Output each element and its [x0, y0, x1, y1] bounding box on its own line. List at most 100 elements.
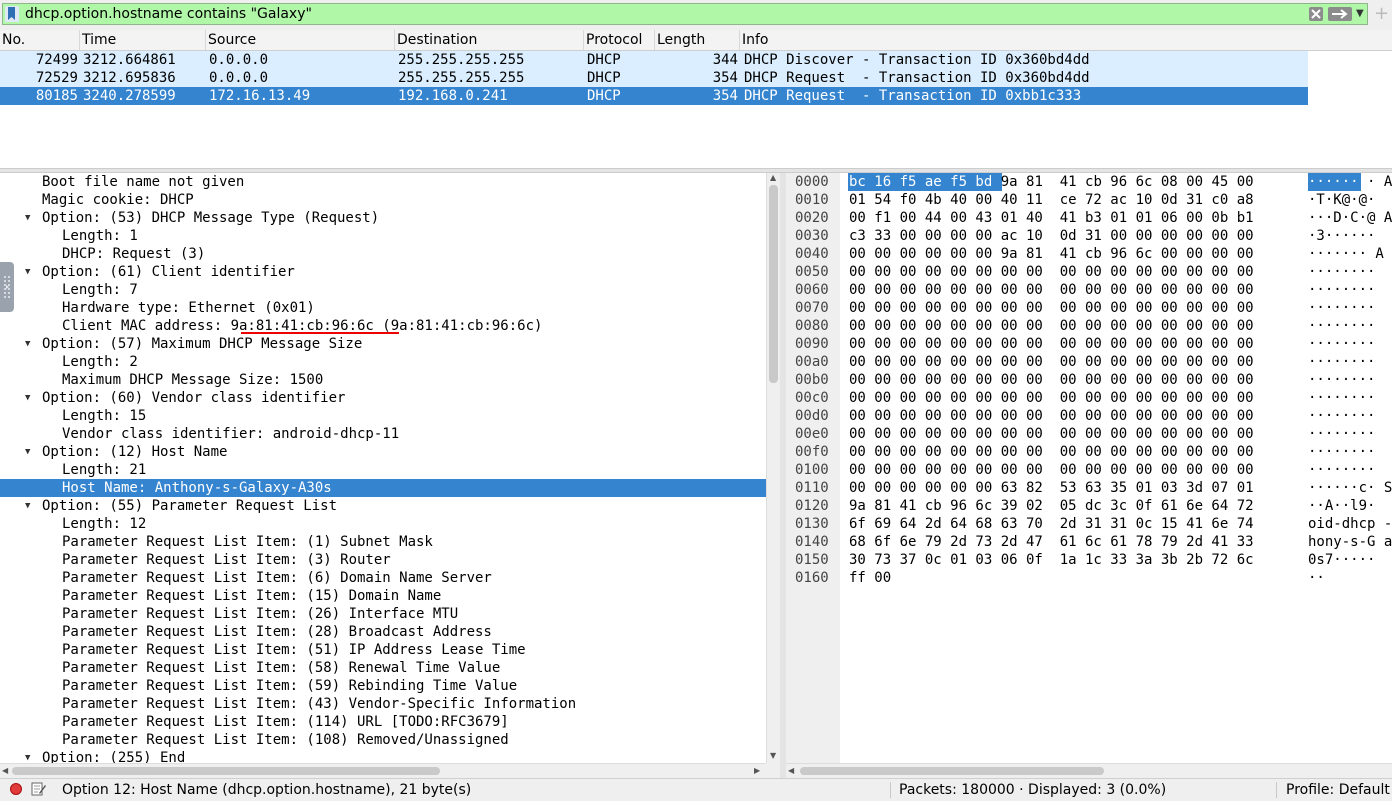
- expanded-arrow-icon[interactable]: ▼: [25, 335, 35, 353]
- ascii-bytes-row[interactable]: ·3······: [1308, 227, 1375, 245]
- detail-line[interactable]: Option: (55) Parameter Request List: [42, 497, 766, 515]
- scroll-right-arrow-icon[interactable]: ▶: [754, 766, 760, 775]
- clear-filter-icon[interactable]: [1309, 7, 1323, 21]
- hex-bytes-row[interactable]: 6f 69 64 2d 64 68 63 70 2d 31 31 0c 15 4…: [849, 515, 1254, 533]
- scroll-left-arrow-icon[interactable]: ◀: [2, 766, 8, 775]
- detail-line[interactable]: Parameter Request List Item: (28) Broadc…: [62, 623, 766, 641]
- column-header-destination[interactable]: Destination: [395, 30, 584, 50]
- hex-bytes-row[interactable]: 00 00 00 00 00 00 63 82 53 63 35 01 03 3…: [849, 479, 1254, 497]
- detail-line[interactable]: Length: 21: [62, 461, 766, 479]
- detail-line[interactable]: Vendor class identifier: android-dhcp-11: [62, 425, 766, 443]
- detail-line[interactable]: DHCP: Request (3): [62, 245, 766, 263]
- hex-bytes-row[interactable]: 00 00 00 00 00 00 00 00 00 00 00 00 00 0…: [849, 389, 1254, 407]
- hex-bytes-row[interactable]: 68 6f 6e 79 2d 73 2d 47 61 6c 61 78 79 2…: [849, 533, 1254, 551]
- capture-comment-icon[interactable]: [31, 781, 47, 797]
- bookmark-icon[interactable]: [5, 6, 19, 22]
- detail-line[interactable]: Parameter Request List Item: (15) Domain…: [62, 587, 766, 605]
- detail-line[interactable]: Option: (255) End: [42, 749, 766, 763]
- detail-line[interactable]: Length: 2: [62, 353, 766, 371]
- details-horizontal-scrollbar[interactable]: ◀ ▶: [0, 763, 766, 778]
- column-header-source[interactable]: Source: [206, 30, 395, 50]
- detail-line[interactable]: Length: 7: [62, 281, 766, 299]
- hex-bytes-row[interactable]: 00 00 00 00 00 00 00 00 00 00 00 00 00 0…: [849, 407, 1254, 425]
- hex-bytes-row[interactable]: 00 00 00 00 00 00 00 00 00 00 00 00 00 0…: [849, 335, 1254, 353]
- hex-bytes-row[interactable]: 00 00 00 00 00 00 00 00 00 00 00 00 00 0…: [849, 425, 1254, 443]
- status-profile[interactable]: Profile: Default: [1286, 779, 1390, 801]
- packet-row[interactable]: 72499 3212.664861 0.0.0.0 255.255.255.25…: [0, 51, 1308, 69]
- ascii-bytes-row[interactable]: 0s7·····: [1308, 551, 1375, 569]
- ascii-bytes-row[interactable]: ········: [1308, 281, 1375, 299]
- bytes-horizontal-scrollbar[interactable]: ◀: [786, 763, 1392, 778]
- hex-bytes-row[interactable]: 9a 81 41 cb 96 6c 39 02 05 dc 3c 0f 61 6…: [849, 497, 1254, 515]
- ascii-bytes-row[interactable]: ··A··l9·: [1308, 497, 1375, 515]
- hex-bytes-row[interactable]: 00 00 00 00 00 00 00 00 00 00 00 00 00 0…: [849, 461, 1254, 479]
- ascii-bytes-row[interactable]: ········: [1308, 353, 1375, 371]
- column-header-time[interactable]: Time: [80, 30, 206, 50]
- detail-line[interactable]: Parameter Request List Item: (3) Router: [62, 551, 766, 569]
- detail-line[interactable]: Option: (57) Maximum DHCP Message Size: [42, 335, 766, 353]
- ascii-bytes-row[interactable]: ········: [1308, 263, 1375, 281]
- hex-bytes-row[interactable]: 00 00 00 00 00 00 00 00 00 00 00 00 00 0…: [849, 281, 1254, 299]
- filter-history-dropdown-icon[interactable]: ▼: [1356, 6, 1366, 22]
- hex-bytes-row[interactable]: 01 54 f0 4b 40 00 40 11 ce 72 ac 10 0d 3…: [849, 191, 1254, 209]
- ascii-bytes-row[interactable]: ········: [1308, 371, 1375, 389]
- ascii-bytes-row[interactable]: ········: [1308, 407, 1375, 425]
- column-header-length[interactable]: Length: [655, 30, 740, 50]
- packet-row[interactable]: 72529 3212.695836 0.0.0.0 255.255.255.25…: [0, 69, 1308, 87]
- apply-filter-icon[interactable]: [1328, 7, 1352, 21]
- detail-line[interactable]: Parameter Request List Item: (114) URL […: [62, 713, 766, 731]
- expanded-arrow-icon[interactable]: ▼: [25, 749, 35, 763]
- hex-bytes-row[interactable]: 30 73 37 0c 01 03 06 0f 1a 1c 33 3a 3b 2…: [849, 551, 1254, 569]
- hex-bytes-row[interactable]: 00 00 00 00 00 00 00 00 00 00 00 00 00 0…: [849, 317, 1254, 335]
- hex-bytes-row[interactable]: 00 00 00 00 00 00 00 00 00 00 00 00 00 0…: [849, 443, 1254, 461]
- detail-line-client-mac[interactable]: Client MAC address: 9a:81:41:cb:96:6c (9…: [62, 317, 766, 335]
- expanded-arrow-icon[interactable]: ▼: [25, 263, 35, 281]
- hex-bytes-row[interactable]: ff 00: [849, 569, 891, 587]
- ascii-bytes-row[interactable]: ··: [1308, 569, 1325, 587]
- ascii-bytes-row[interactable]: ······c· S: [1308, 479, 1392, 497]
- detail-line[interactable]: Parameter Request List Item: (6) Domain …: [62, 569, 766, 587]
- column-header-no[interactable]: No.: [0, 30, 80, 50]
- scroll-left-arrow-icon[interactable]: ◀: [788, 766, 794, 775]
- detail-line[interactable]: Parameter Request List Item: (26) Interf…: [62, 605, 766, 623]
- details-scroll-thumb[interactable]: [769, 185, 778, 383]
- hex-bytes-row[interactable]: 00 00 00 00 00 00 00 00 00 00 00 00 00 0…: [849, 371, 1254, 389]
- hex-bytes-row[interactable]: c3 33 00 00 00 00 ac 10 0d 31 00 00 00 0…: [849, 227, 1254, 245]
- detail-line[interactable]: Boot file name not given: [42, 173, 766, 191]
- hex-bytes-row[interactable]: bc 16 f5 ae f5 bd 9a 81 41 cb 96 6c 08 0…: [849, 173, 1254, 191]
- hex-bytes-row[interactable]: 00 00 00 00 00 00 00 00 00 00 00 00 00 0…: [849, 263, 1254, 281]
- details-hscroll-thumb[interactable]: [12, 767, 440, 775]
- add-filter-button-icon[interactable]: +: [1374, 4, 1389, 24]
- ascii-bytes-row[interactable]: ········: [1308, 335, 1375, 353]
- expanded-arrow-icon[interactable]: ▼: [25, 443, 35, 461]
- detail-line[interactable]: Hardware type: Ethernet (0x01): [62, 299, 766, 317]
- display-filter-input[interactable]: [25, 4, 1295, 24]
- detail-line[interactable]: Parameter Request List Item: (58) Renewa…: [62, 659, 766, 677]
- hex-bytes-row[interactable]: 00 00 00 00 00 00 9a 81 41 cb 96 6c 00 0…: [849, 245, 1254, 263]
- ascii-bytes-row[interactable]: ········: [1308, 443, 1375, 461]
- ascii-bytes-row[interactable]: ········: [1308, 425, 1375, 443]
- ascii-bytes-row[interactable]: ······ · A: [1308, 173, 1392, 191]
- detail-line[interactable]: Length: 12: [62, 515, 766, 533]
- hex-bytes-row[interactable]: 00 00 00 00 00 00 00 00 00 00 00 00 00 0…: [849, 299, 1254, 317]
- column-header-protocol[interactable]: Protocol: [584, 30, 655, 50]
- scroll-down-arrow-icon[interactable]: ▼: [770, 751, 776, 760]
- detail-line[interactable]: Option: (60) Vendor class identifier: [42, 389, 766, 407]
- ascii-bytes-row[interactable]: ········: [1308, 299, 1375, 317]
- scroll-up-arrow-icon[interactable]: ▲: [770, 173, 776, 182]
- detail-line[interactable]: Option: (53) DHCP Message Type (Request): [42, 209, 766, 227]
- ascii-bytes-row[interactable]: ········: [1308, 317, 1375, 335]
- ascii-bytes-row[interactable]: ···D·C·@ A: [1308, 209, 1392, 227]
- detail-line[interactable]: Parameter Request List Item: (59) Rebind…: [62, 677, 766, 695]
- ascii-bytes-row[interactable]: ········: [1308, 461, 1375, 479]
- ascii-bytes-row[interactable]: oid-dhcp -: [1308, 515, 1392, 533]
- expert-info-icon[interactable]: [10, 783, 22, 795]
- expanded-arrow-icon[interactable]: ▼: [25, 209, 35, 227]
- expanded-arrow-icon[interactable]: ▼: [25, 497, 35, 515]
- detail-line-selected-host-name[interactable]: Host Name: Anthony-s-Galaxy-A30s: [0, 479, 766, 497]
- detail-line[interactable]: Parameter Request List Item: (108) Remov…: [62, 731, 766, 749]
- ascii-bytes-row[interactable]: ········: [1308, 389, 1375, 407]
- ascii-bytes-row[interactable]: ·T·K@·@·: [1308, 191, 1375, 209]
- detail-line[interactable]: Magic cookie: DHCP: [42, 191, 766, 209]
- sidebar-handle[interactable]: [0, 262, 14, 312]
